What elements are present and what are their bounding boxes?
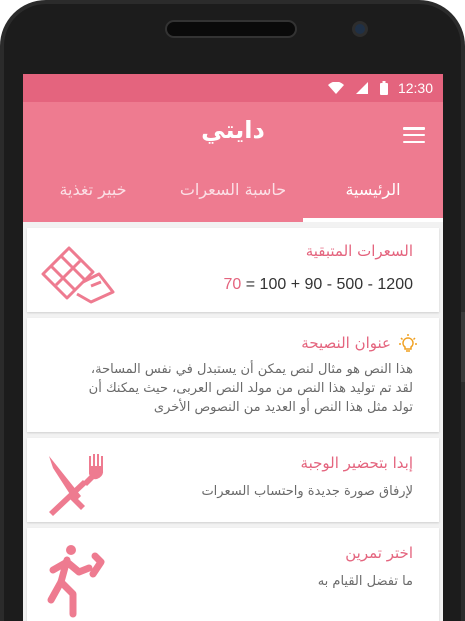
tab-calorie-calculator[interactable]: حاسبة السعرات bbox=[163, 164, 303, 222]
calories-equation: 70 = 100 + 90 - 500 - 1200 bbox=[224, 276, 413, 294]
phone-frame: 12:30 دايتي الرئيسية حاسبة السعرات خبير … bbox=[0, 0, 465, 621]
calories-result: 70 bbox=[223, 276, 242, 293]
tip-line: هذا النص هو مثال لنص يمكن أن يستبدل في ن… bbox=[90, 362, 413, 377]
tip-card[interactable]: عنوان النصيحة هذا النص هو مثال لنص يمكن … bbox=[27, 318, 439, 432]
tip-title: عنوان النصيحة bbox=[301, 334, 391, 352]
prepare-meal-text: لإرفاق صورة جديدة واحتساب السعرات bbox=[201, 484, 413, 499]
menu-icon[interactable] bbox=[403, 127, 425, 143]
choose-exercise-card[interactable]: اختر تمرين ما تفضل القيام به bbox=[27, 528, 439, 621]
prepare-meal-card[interactable]: إبدا بتحضير الوجبة لإرفاق صورة جديدة واح… bbox=[27, 438, 439, 522]
phone-camera bbox=[352, 21, 368, 37]
chocolate-bar-icon bbox=[41, 246, 115, 308]
tip-line: تولد مثل هذا النص أو العديد من النصوص ال… bbox=[153, 400, 413, 415]
choose-exercise-text: ما تفضل القيام به bbox=[317, 574, 413, 589]
tip-text: هذا النص هو مثال لنص يمكن أن يستبدل في ن… bbox=[89, 360, 413, 417]
lightbulb-icon bbox=[399, 334, 417, 358]
tab-home[interactable]: الرئيسية bbox=[303, 164, 443, 222]
prepare-meal-title: إبدا بتحضير الوجبة bbox=[300, 454, 413, 472]
remaining-calories-card[interactable]: السعرات المتبقية 70 = 100 + 90 - 500 - 1… bbox=[27, 228, 439, 312]
phone-side-button bbox=[461, 312, 465, 382]
home-content: السعرات المتبقية 70 = 100 + 90 - 500 - 1… bbox=[23, 222, 443, 621]
status-time: 12:30 bbox=[397, 80, 433, 96]
calories-equation-text: = 100 + 90 - 500 - 1200 bbox=[241, 276, 413, 293]
status-bar: 12:30 bbox=[23, 74, 443, 102]
wifi-icon bbox=[327, 82, 344, 94]
app-title: دايتي bbox=[201, 116, 265, 144]
battery-icon bbox=[379, 81, 388, 95]
running-person-icon bbox=[43, 542, 113, 621]
tab-bar: الرئيسية حاسبة السعرات خبير تغذية bbox=[23, 164, 443, 222]
app-screen: 12:30 دايتي الرئيسية حاسبة السعرات خبير … bbox=[23, 74, 443, 621]
phone-speaker bbox=[165, 20, 297, 38]
tab-nutrition-expert[interactable]: خبير تغذية bbox=[23, 164, 163, 222]
tip-line: لقد تم توليد هذا النص من مولد النص العرب… bbox=[88, 381, 413, 396]
fork-knife-icon bbox=[45, 452, 109, 520]
signal-icon bbox=[355, 82, 368, 94]
app-bar: دايتي bbox=[23, 102, 443, 164]
remaining-calories-title: السعرات المتبقية bbox=[305, 242, 413, 260]
choose-exercise-title: اختر تمرين bbox=[345, 544, 413, 562]
